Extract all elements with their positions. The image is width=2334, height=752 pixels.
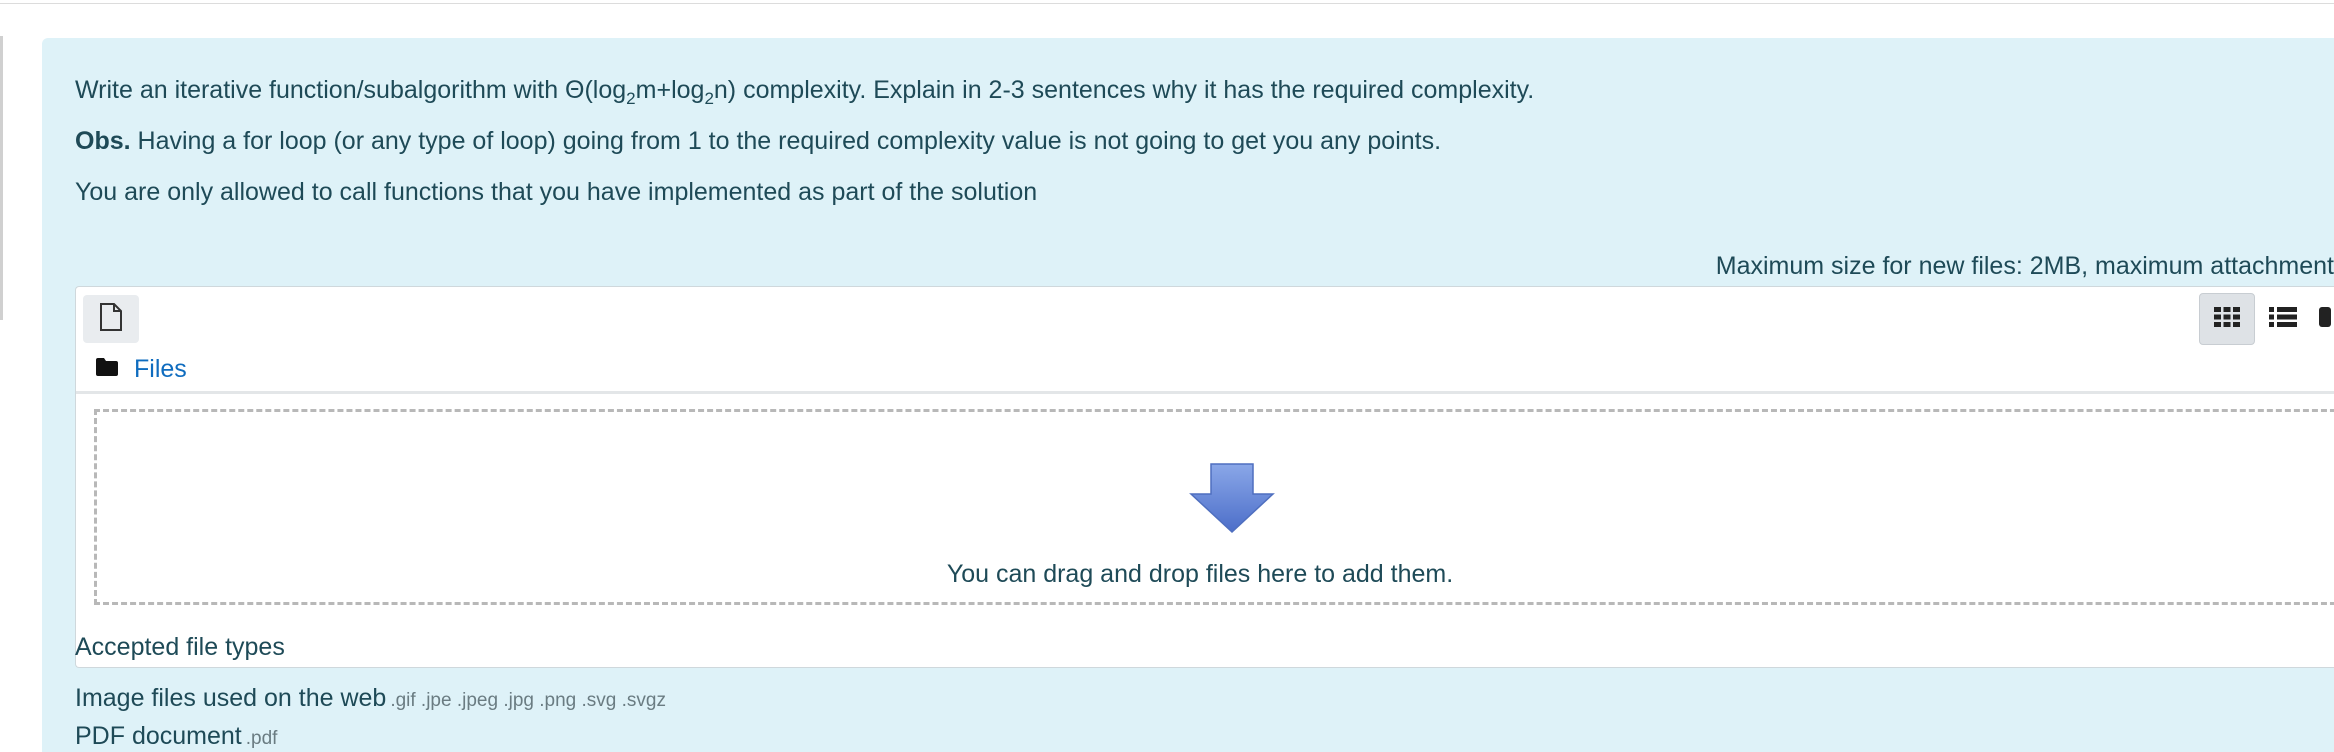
toolbar-divider xyxy=(76,391,2334,394)
list-icon xyxy=(2269,306,2297,333)
accepted-type-extensions: .pdf xyxy=(245,728,278,749)
grid-icon xyxy=(2214,306,2240,333)
question-line-1: Write an iterative function/subalgorithm… xyxy=(75,76,1535,108)
top-divider xyxy=(0,0,2334,4)
view-icons-button[interactable] xyxy=(2199,293,2255,345)
question-panel: Write an iterative function/subalgorithm… xyxy=(42,38,2334,752)
tree-icon xyxy=(2319,306,2331,333)
view-mode-buttons xyxy=(2199,293,2334,345)
view-list-button[interactable] xyxy=(2255,293,2311,345)
file-drop-zone[interactable]: You can drag and drop files here to add … xyxy=(94,409,2334,605)
folder-icon xyxy=(96,357,118,381)
file-icon xyxy=(98,302,124,337)
accepted-types-heading: Accepted file types xyxy=(75,633,285,661)
max-size-note: Maximum size for new files: 2MB, maximum… xyxy=(1715,252,2334,280)
question-line-3: You are only allowed to call functions t… xyxy=(75,178,1038,206)
accepted-type-extensions: .gif .jpe .jpeg .jpg .png .svg .svgz xyxy=(390,690,666,711)
question-obs-line: Obs. Having a for loop (or any type of l… xyxy=(75,126,1441,156)
breadcrumb: Files xyxy=(96,353,187,385)
left-edge-bar xyxy=(0,36,3,320)
down-arrow-icon xyxy=(1187,462,1277,539)
breadcrumb-files-link[interactable]: Files xyxy=(134,355,187,384)
file-manager: Files You can drag and drop files here t… xyxy=(75,286,2334,668)
drop-instructions: You can drag and drop files here to add … xyxy=(946,560,1454,588)
view-tree-button[interactable] xyxy=(2311,293,2334,345)
add-file-button[interactable] xyxy=(83,295,139,343)
accepted-type-item: PDF document .pdf xyxy=(75,722,278,750)
accepted-type-item: Image files used on the web .gif .jpe .jp… xyxy=(75,684,666,712)
obs-text: Having a for loop (or any type of loop) … xyxy=(130,127,1442,155)
obs-label: Obs. xyxy=(75,127,131,155)
